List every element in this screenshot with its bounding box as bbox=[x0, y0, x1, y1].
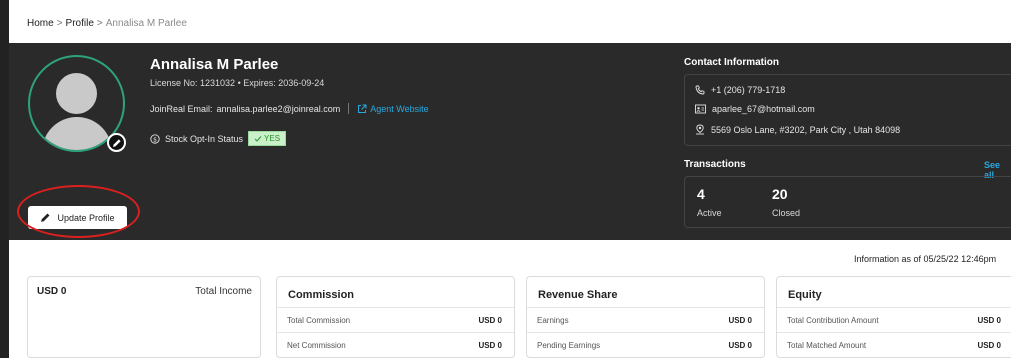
commission-title: Commission bbox=[288, 289, 355, 301]
row-value: USD 0 bbox=[478, 316, 502, 325]
email-contact-row: aparlee_67@hotmail.com bbox=[695, 104, 815, 114]
table-row: Total Matched Amount USD 0 bbox=[777, 332, 1011, 357]
contact-information-card: +1 (206) 779-1718 aparlee_67@hotmail.com… bbox=[684, 74, 1011, 146]
table-row: Total Commission USD 0 bbox=[277, 307, 514, 332]
row-label: Total Matched Amount bbox=[787, 341, 867, 350]
row-value: USD 0 bbox=[478, 341, 502, 350]
email-label: JoinReal Email: bbox=[150, 103, 213, 114]
active-label: Active bbox=[697, 208, 722, 218]
external-link-icon bbox=[358, 104, 367, 113]
commission-card: Commission Total Commission USD 0 Net Co… bbox=[276, 276, 515, 358]
phone-icon bbox=[695, 85, 705, 95]
total-income-card: USD 0 Total Income bbox=[27, 276, 261, 358]
row-label: Earnings bbox=[537, 316, 569, 325]
update-profile-label: Update Profile bbox=[57, 212, 115, 223]
breadcrumb: Home > Profile > Annalisa M Parlee bbox=[27, 18, 187, 29]
breadcrumb-profile[interactable]: Profile bbox=[66, 18, 94, 29]
edit-avatar-button[interactable] bbox=[107, 133, 126, 152]
email-card-icon bbox=[695, 104, 706, 114]
contact-address: 5569 Oslo Lane, #3202, Park City , Utah … bbox=[711, 124, 901, 135]
profile-header: Annalisa M Parlee License No: 1231032 • … bbox=[9, 43, 1011, 240]
agent-name: Annalisa M Parlee bbox=[150, 56, 279, 73]
total-income-value: USD 0 bbox=[37, 286, 67, 297]
breadcrumb-separator: > bbox=[96, 18, 103, 29]
row-value: USD 0 bbox=[728, 316, 752, 325]
total-income-label: Total Income bbox=[195, 286, 252, 297]
table-row: Earnings USD 0 bbox=[527, 307, 764, 332]
contact-email: aparlee_67@hotmail.com bbox=[712, 104, 815, 114]
revenue-share-title: Revenue Share bbox=[538, 289, 618, 301]
breadcrumb-current: Annalisa M Parlee bbox=[105, 18, 187, 29]
info-timestamp: Information as of 05/25/22 12:46pm bbox=[854, 254, 997, 264]
row-label: Net Commission bbox=[287, 341, 346, 350]
breadcrumb-separator: > bbox=[56, 18, 63, 29]
closed-label: Closed bbox=[772, 208, 801, 218]
table-row: Total Contribution Amount USD 0 bbox=[777, 307, 1011, 332]
row-label: Pending Earnings bbox=[537, 341, 601, 350]
pencil-icon bbox=[112, 138, 121, 147]
stock-opt-in-row: $ Stock Opt-In Status YES bbox=[150, 131, 287, 146]
closed-count[interactable]: 20 bbox=[772, 186, 788, 202]
location-pin-icon bbox=[696, 124, 704, 135]
equity-card: Equity Total Contribution Amount USD 0 T… bbox=[776, 276, 1011, 358]
active-count[interactable]: 4 bbox=[697, 186, 705, 202]
row-label: Total Contribution Amount bbox=[787, 316, 879, 325]
contact-information-title: Contact Information bbox=[684, 57, 779, 68]
pencil-icon bbox=[41, 213, 50, 222]
stock-status-badge: YES bbox=[248, 131, 287, 146]
row-value: USD 0 bbox=[728, 341, 752, 350]
stock-status-value: YES bbox=[264, 134, 281, 143]
contact-phone: +1 (206) 779-1718 bbox=[711, 85, 786, 95]
phone-row: +1 (206) 779-1718 bbox=[695, 85, 785, 95]
left-nav-strip bbox=[0, 0, 9, 358]
equity-title: Equity bbox=[788, 289, 822, 301]
profile-page: Home > Profile > Annalisa M Parlee Annalisa … bbox=[0, 0, 1011, 358]
update-profile-button[interactable]: Update Profile bbox=[28, 206, 127, 229]
agent-website-label: Agent Website bbox=[370, 103, 429, 114]
avatar-body bbox=[42, 117, 112, 150]
dollar-circle-icon: $ bbox=[150, 133, 160, 144]
table-row: Pending Earnings USD 0 bbox=[527, 332, 764, 357]
check-icon bbox=[254, 135, 262, 142]
svg-text:$: $ bbox=[153, 136, 157, 143]
table-row: Net Commission USD 0 bbox=[277, 332, 514, 357]
row-value: USD 0 bbox=[977, 316, 1001, 325]
revenue-share-card: Revenue Share Earnings USD 0 Pending Ear… bbox=[526, 276, 765, 358]
breadcrumb-home[interactable]: Home bbox=[27, 18, 54, 29]
license-info: License No: 1231032 • Expires: 2036-09-2… bbox=[150, 78, 325, 88]
row-value: USD 0 bbox=[977, 341, 1001, 350]
stock-opt-in-label: Stock Opt-In Status bbox=[165, 133, 244, 144]
joinreal-email: annalisa.parlee2@joinreal.com bbox=[216, 103, 341, 114]
transactions-title: Transactions bbox=[684, 159, 746, 170]
agent-website-link[interactable]: Agent Website bbox=[357, 103, 429, 114]
row-label: Total Commission bbox=[287, 316, 351, 325]
email-row: JoinReal Email: annalisa.parlee2@joinrea… bbox=[150, 103, 429, 114]
divider bbox=[348, 103, 350, 114]
avatar-head bbox=[56, 73, 97, 114]
transactions-card: 4 Active 20 Closed bbox=[684, 176, 1011, 228]
address-row: 5569 Oslo Lane, #3202, Park City , Utah … bbox=[695, 124, 900, 135]
